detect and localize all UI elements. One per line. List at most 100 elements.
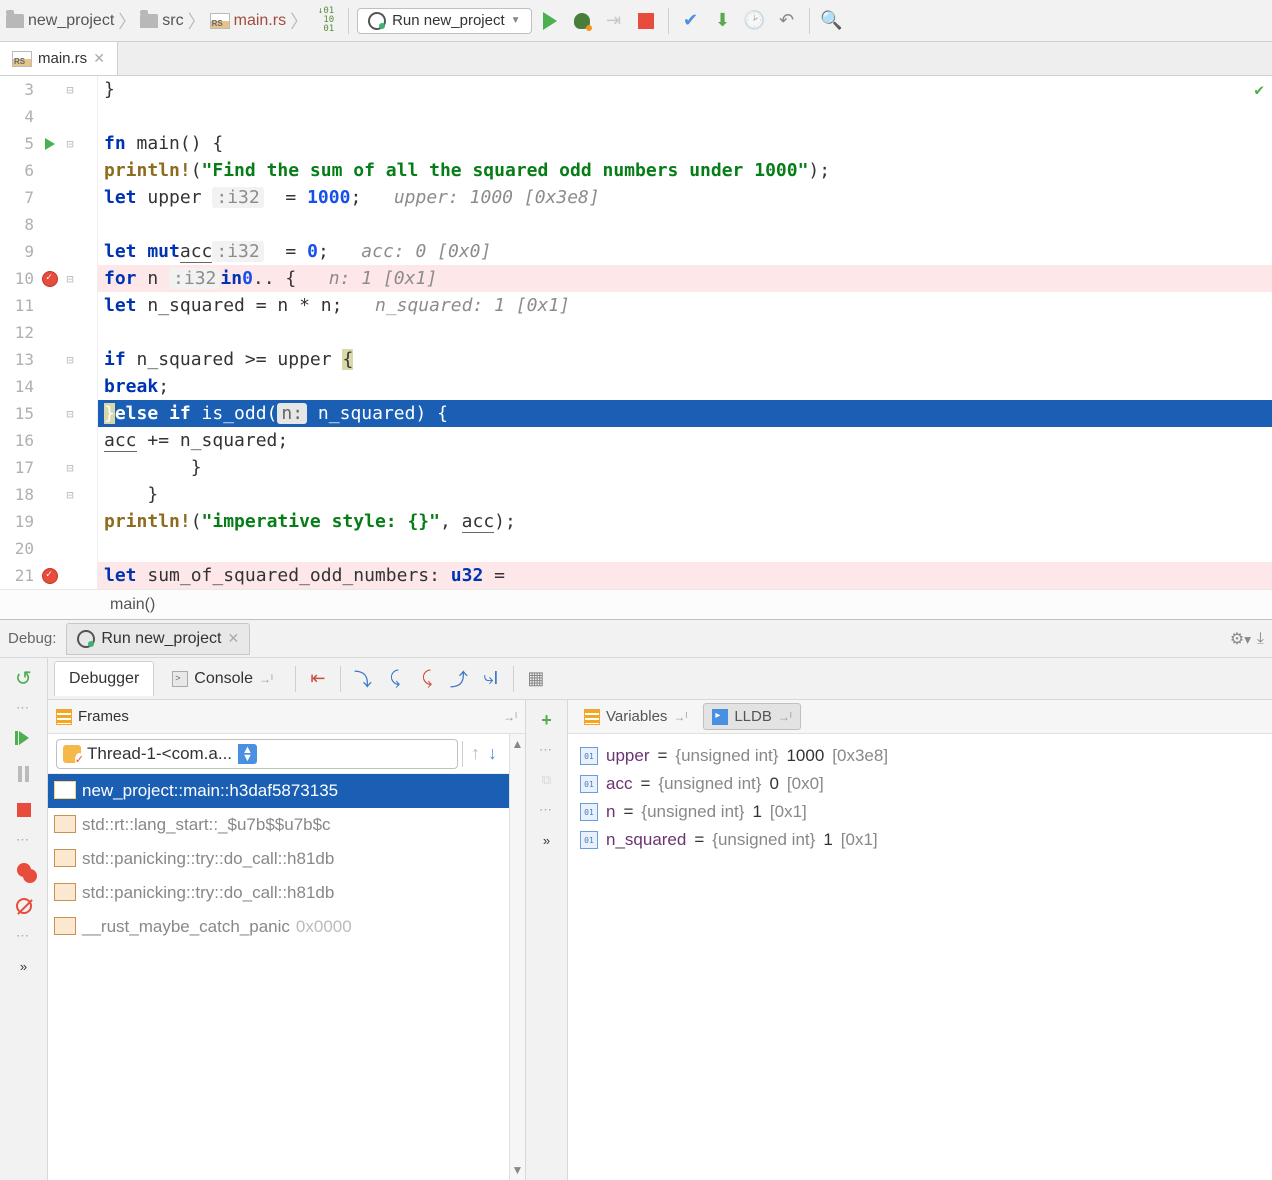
variables-tab[interactable]: Variables →ˡ: [576, 704, 695, 729]
fold-indicator[interactable]: ⊟: [60, 488, 80, 502]
step-into-button[interactable]: ⤹: [381, 665, 409, 693]
gutter-row[interactable]: 16: [0, 427, 97, 454]
code-line[interactable]: }: [98, 454, 1272, 481]
editor-tab-main-rs[interactable]: main.rs ✕: [0, 42, 118, 75]
gutter-row[interactable]: 17⊟: [0, 454, 97, 481]
rerun-button[interactable]: ↻: [10, 664, 38, 692]
fold-indicator[interactable]: ⊟: [60, 83, 80, 97]
gutter-row[interactable]: 5⊟: [0, 130, 97, 157]
more-button[interactable]: »: [533, 826, 561, 854]
code-line[interactable]: [98, 535, 1272, 562]
code-line[interactable]: fn main() {: [98, 130, 1272, 157]
code-line[interactable]: println!("imperative style: {}", acc);: [98, 508, 1272, 535]
stack-frame[interactable]: __rust_maybe_catch_panic 0x0000: [48, 910, 509, 944]
force-step-into-button[interactable]: ⤹: [413, 665, 441, 693]
editor-content[interactable]: } fn main() { println!("Find the sum of a…: [98, 76, 1272, 589]
gutter-row[interactable]: 14: [0, 373, 97, 400]
editor-breadcrumb[interactable]: main(): [0, 589, 1272, 619]
search-everywhere-button[interactable]: 🔍: [818, 7, 846, 35]
breakpoint-icon[interactable]: [42, 568, 58, 584]
more-button[interactable]: »: [10, 952, 38, 980]
stack-frame[interactable]: std::panicking::try::do_call::h81db: [48, 876, 509, 910]
code-line[interactable]: } else if is_odd(n: n_squared) {: [98, 400, 1272, 427]
gutter-row[interactable]: 19: [0, 508, 97, 535]
code-editor[interactable]: ✔ 3⊟45⊟678910⊟111213⊟1415⊟1617⊟18⊟192021…: [0, 76, 1272, 589]
gutter-row[interactable]: 7: [0, 184, 97, 211]
gutter-row[interactable]: 18⊟: [0, 481, 97, 508]
fold-indicator[interactable]: ⊟: [60, 272, 80, 286]
stack-frame[interactable]: new_project::main::h3daf5873135: [48, 774, 509, 808]
breadcrumb-project[interactable]: new_project: [6, 12, 114, 30]
editor-gutter[interactable]: 3⊟45⊟678910⊟111213⊟1415⊟1617⊟18⊟192021: [0, 76, 98, 589]
new-watch-button[interactable]: +: [533, 706, 561, 734]
run-to-cursor-button[interactable]: ⤷I: [477, 665, 505, 693]
code-line[interactable]: if n_squared >= upper {: [98, 346, 1272, 373]
variable-row[interactable]: 01 n = {unsigned int} 1 [0x1]: [580, 798, 1260, 826]
run-gutter-icon[interactable]: [45, 138, 55, 150]
scroll-down-icon[interactable]: ▼: [510, 1160, 525, 1180]
code-line[interactable]: [98, 103, 1272, 130]
code-line[interactable]: }: [98, 481, 1272, 508]
code-line[interactable]: for n :i32 in 0.. { n: 1 [0x1]: [98, 265, 1272, 292]
frame-list[interactable]: new_project::main::h3daf5873135std::rt::…: [48, 774, 509, 1180]
debug-session-tab[interactable]: Run new_project ✕: [66, 623, 250, 655]
debug-button[interactable]: [568, 7, 596, 35]
stop-button[interactable]: [632, 7, 660, 35]
breakpoint-gutter[interactable]: [40, 568, 60, 584]
resume-button[interactable]: [10, 724, 38, 752]
code-line[interactable]: acc += n_squared;: [98, 427, 1272, 454]
vcs-up-button[interactable]: ⬇: [709, 7, 737, 35]
console-tab[interactable]: Console →ˡ: [158, 662, 287, 696]
fold-indicator[interactable]: ⊟: [60, 407, 80, 421]
step-out-button[interactable]: ⤴: [445, 665, 473, 693]
code-line[interactable]: println!("Find the sum of all the square…: [98, 157, 1272, 184]
run-button[interactable]: [536, 7, 564, 35]
gutter-row[interactable]: 6: [0, 157, 97, 184]
code-line[interactable]: [98, 211, 1272, 238]
code-line[interactable]: }: [98, 76, 1272, 103]
gear-icon[interactable]: ⚙▾: [1230, 629, 1251, 649]
fold-indicator[interactable]: ⊟: [60, 137, 80, 151]
show-execution-point-button[interactable]: ⇤: [304, 665, 332, 693]
stack-frame[interactable]: std::panicking::try::do_call::h81db: [48, 842, 509, 876]
evaluate-expression-button[interactable]: ▦: [522, 665, 550, 693]
stepper-icon[interactable]: ▲▼: [238, 744, 257, 764]
stop-button[interactable]: [10, 796, 38, 824]
gutter-row[interactable]: 13⊟: [0, 346, 97, 373]
code-line[interactable]: let sum_of_squared_odd_numbers: u32 =: [98, 562, 1272, 589]
gutter-row[interactable]: 21: [0, 562, 97, 589]
update-button[interactable]: ✔: [677, 7, 705, 35]
variable-row[interactable]: 01 n_squared = {unsigned int} 1 [0x1]: [580, 826, 1260, 854]
scroll-from-source-button[interactable]: ↓011001: [312, 7, 340, 35]
breakpoint-gutter[interactable]: [40, 271, 60, 287]
code-line[interactable]: let mut acc :i32 = 0; acc: 0 [0x0]: [98, 238, 1272, 265]
stack-frame[interactable]: std::rt::lang_start::_$u7b$$u7b$c: [48, 808, 509, 842]
gutter-row[interactable]: 8: [0, 211, 97, 238]
step-over-button[interactable]: ⤵: [349, 665, 377, 693]
run-config-selector[interactable]: Run new_project ▼: [357, 8, 531, 34]
variable-row[interactable]: 01 upper = {unsigned int} 1000 [0x3e8]: [580, 742, 1260, 770]
close-icon[interactable]: ✕: [93, 50, 105, 67]
gutter-row[interactable]: 20: [0, 535, 97, 562]
breadcrumb-folder[interactable]: src: [140, 12, 183, 30]
code-line[interactable]: let n_squared = n * n; n_squared: 1 [0x1…: [98, 292, 1272, 319]
gutter-row[interactable]: 4: [0, 103, 97, 130]
variable-row[interactable]: 01 acc = {unsigned int} 0 [0x0]: [580, 770, 1260, 798]
mute-breakpoints-button[interactable]: [10, 892, 38, 920]
code-line[interactable]: break;: [98, 373, 1272, 400]
copy-button[interactable]: ⧉: [533, 766, 561, 794]
run-gutter[interactable]: [40, 138, 60, 150]
pin-icon[interactable]: →ˡ: [503, 710, 517, 724]
gutter-row[interactable]: 12: [0, 319, 97, 346]
gutter-row[interactable]: 3⊟: [0, 76, 97, 103]
view-breakpoints-button[interactable]: [10, 856, 38, 884]
download-icon[interactable]: ⤓: [1257, 630, 1264, 648]
next-frame-button[interactable]: ↓: [484, 743, 501, 764]
gutter-row[interactable]: 9: [0, 238, 97, 265]
breadcrumb-file[interactable]: main.rs: [210, 12, 286, 30]
prev-frame-button[interactable]: ↑: [467, 743, 484, 764]
thread-selector[interactable]: Thread-1-<com.a... ▲▼: [56, 739, 458, 769]
breakpoint-icon[interactable]: [42, 271, 58, 287]
fold-indicator[interactable]: ⊟: [60, 353, 80, 367]
code-line[interactable]: let upper :i32 = 1000; upper: 1000 [0x3e…: [98, 184, 1272, 211]
